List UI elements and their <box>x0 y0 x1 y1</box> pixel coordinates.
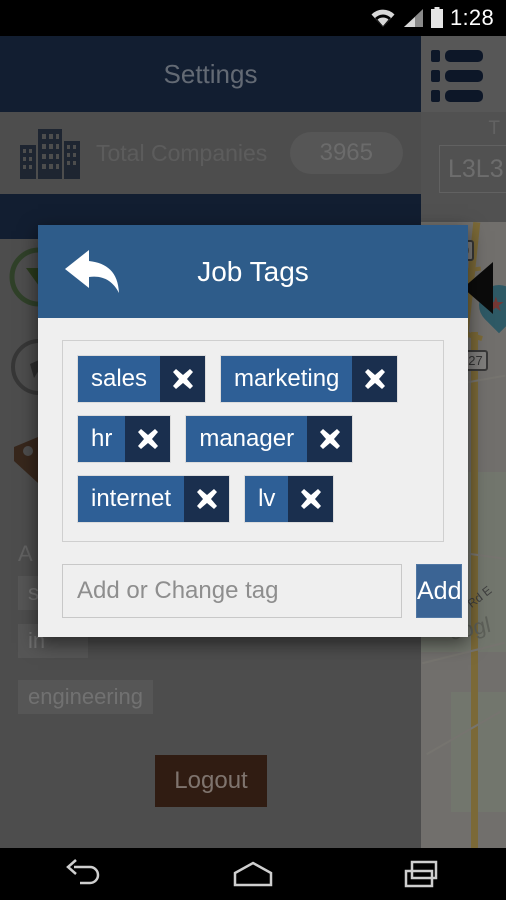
close-x-icon[interactable] <box>125 416 171 462</box>
android-nav-bar <box>0 848 506 900</box>
tag-chip[interactable]: hr <box>77 415 172 463</box>
tag-chip[interactable]: marketing <box>220 355 399 403</box>
job-tags-dialog: Job Tags sales marketing hr manager inte… <box>38 225 468 637</box>
tag-row: hr manager <box>77 415 431 463</box>
close-x-icon[interactable] <box>184 476 230 522</box>
wifi-icon <box>370 8 396 28</box>
tag-label: marketing <box>221 356 353 402</box>
close-x-icon[interactable] <box>288 476 334 522</box>
status-bar-clock: 1:28 <box>449 5 494 30</box>
nav-home-icon[interactable] <box>218 848 288 900</box>
nav-recents-icon[interactable] <box>387 848 457 900</box>
close-x-icon[interactable] <box>352 356 398 402</box>
close-x-icon[interactable] <box>307 416 353 462</box>
back-arrow-icon[interactable] <box>56 245 132 299</box>
add-tag-row: Add <box>62 564 463 618</box>
add-tag-input[interactable] <box>62 564 402 618</box>
dialog-header: Job Tags <box>38 225 468 318</box>
dialog-title: Job Tags <box>197 255 309 287</box>
close-x-icon[interactable] <box>160 356 206 402</box>
tag-row: sales marketing <box>77 355 431 403</box>
tag-label: sales <box>78 356 161 402</box>
tags-container: sales marketing hr manager internet lv <box>62 340 444 542</box>
tag-label: hr <box>78 416 126 462</box>
phone-screen: 1:28 Settings Total Companies 3965 A s i… <box>0 0 506 900</box>
tag-chip[interactable]: lv <box>244 475 335 523</box>
add-tag-button[interactable]: Add <box>416 564 463 618</box>
tag-label: internet <box>78 476 185 522</box>
tag-chip[interactable]: manager <box>185 415 354 463</box>
battery-icon <box>430 7 444 29</box>
nav-back-icon[interactable] <box>49 848 119 900</box>
tag-label: manager <box>186 416 308 462</box>
tag-chip[interactable]: internet <box>77 475 231 523</box>
tag-row: internet lv <box>77 475 431 523</box>
status-bar: 1:28 <box>0 0 506 36</box>
cellular-signal-icon <box>402 8 424 28</box>
tag-chip[interactable]: sales <box>77 355 207 403</box>
tag-label: lv <box>245 476 289 522</box>
